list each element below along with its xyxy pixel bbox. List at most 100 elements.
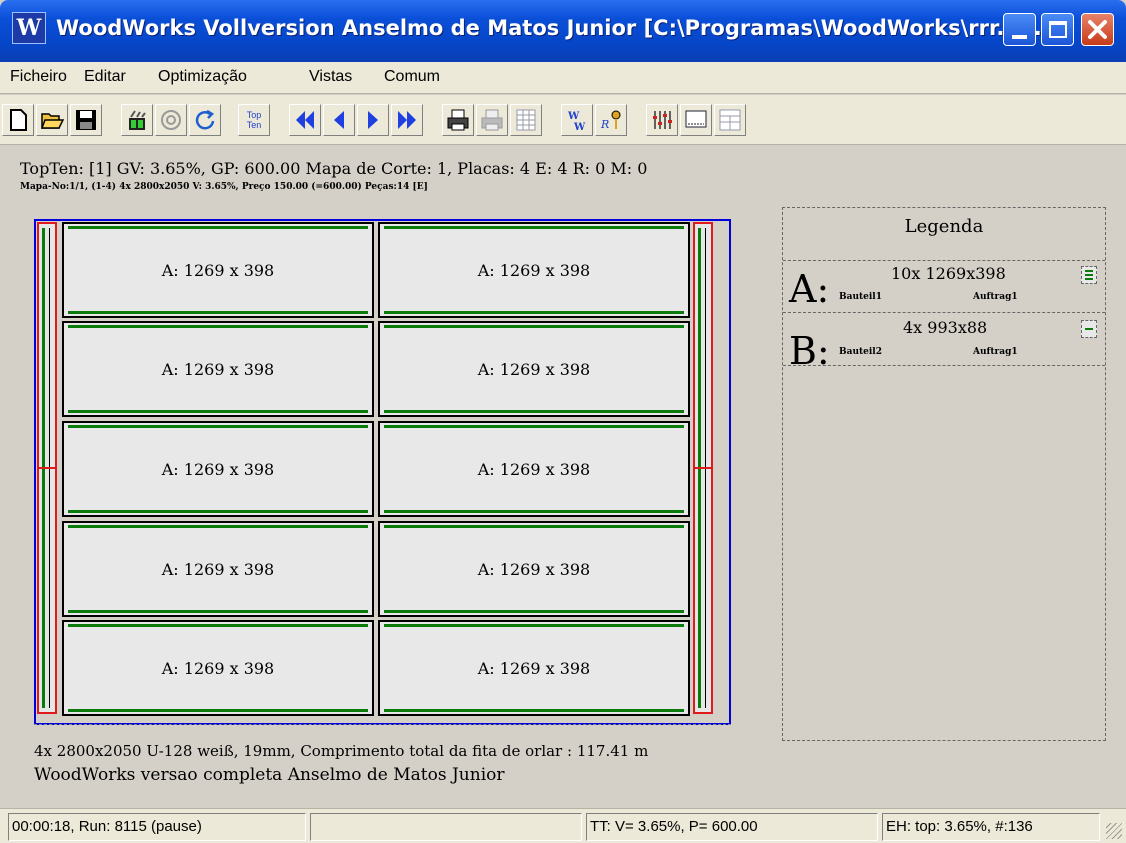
minimize-icon <box>1012 35 1027 39</box>
legend-part-name: Bauteil2 <box>839 347 882 357</box>
edge-banding <box>68 510 368 513</box>
topten-summary: TopTen: [1] GV: 3.65%, GP: 600.00 Mapa d… <box>20 159 648 178</box>
menu-bar: Ficheiro Editar Optimização Vistas Comum <box>0 62 1126 94</box>
grid-icon <box>516 109 536 131</box>
maximize-icon <box>1049 21 1067 38</box>
refresh-button[interactable] <box>189 104 221 136</box>
strip-cut-mark <box>37 467 57 469</box>
edge-banding <box>384 325 684 328</box>
grid-button[interactable] <box>510 104 542 136</box>
edge-banding <box>68 226 368 229</box>
next-button[interactable] <box>357 104 389 136</box>
legend-title: Legenda <box>904 216 984 237</box>
ww-icon: WW <box>567 111 586 132</box>
divider <box>783 365 1105 366</box>
settings-button[interactable] <box>646 104 678 136</box>
new-button[interactable] <box>2 104 34 136</box>
optimize-icon <box>129 110 146 130</box>
settings-icon <box>653 111 672 129</box>
part-a[interactable]: A: 1269 x 398 <box>62 521 374 617</box>
edge-banding <box>384 226 684 229</box>
minimize-button[interactable] <box>1003 13 1036 46</box>
edge-banding <box>68 425 368 428</box>
edge-banding <box>68 709 368 712</box>
legend-letter: A: <box>789 267 830 311</box>
edge-banding <box>68 525 368 528</box>
part-label: A: 1269 x 398 <box>161 460 275 479</box>
legend-order-name: Auftrag1 <box>973 347 1018 357</box>
part-a[interactable]: A: 1269 x 398 <box>378 421 690 517</box>
topten-button[interactable]: Top Ten <box>238 104 270 136</box>
legend-part-name: Bauteil1 <box>839 292 882 302</box>
legend-order-name: Auftrag1 <box>973 292 1018 302</box>
key-button[interactable]: R <box>595 104 627 136</box>
part-a[interactable]: A: 1269 x 398 <box>62 421 374 517</box>
part-a[interactable]: A: 1269 x 398 <box>62 321 374 417</box>
edge-banding <box>384 410 684 413</box>
topten-label-top: Top <box>247 110 262 120</box>
board-trim-line <box>34 717 731 725</box>
ww-button[interactable]: WW <box>561 104 593 136</box>
part-a[interactable]: A: 1269 x 398 <box>378 321 690 417</box>
edge-banding <box>384 425 684 428</box>
save-button[interactable] <box>70 104 102 136</box>
part-a[interactable]: A: 1269 x 398 <box>378 222 690 318</box>
part-a[interactable]: A: 1269 x 398 <box>62 620 374 716</box>
open-button[interactable] <box>36 104 68 136</box>
print-preview-button[interactable] <box>476 104 508 136</box>
legend-panel: Legenda A: 10x 1269x398 Bauteil1 Auftrag… <box>782 207 1106 741</box>
prev-button[interactable] <box>323 104 355 136</box>
part-a-thumbnail-icon <box>1081 266 1097 284</box>
status-run: 00:00:18, Run: 8115 (pause) <box>8 813 306 841</box>
edge-banding <box>68 325 368 328</box>
menu-ficheiro[interactable]: Ficheiro <box>10 68 67 86</box>
part-label: A: 1269 x 398 <box>161 659 275 678</box>
next-icon <box>368 111 378 129</box>
maximize-button[interactable] <box>1041 13 1074 46</box>
optimize-button[interactable] <box>121 104 153 136</box>
woodworks-app-icon[interactable]: W <box>12 12 46 44</box>
close-icon <box>1088 20 1107 39</box>
close-button[interactable] <box>1081 13 1114 46</box>
refresh-icon <box>195 109 215 130</box>
toolbar: Top Ten WW R <box>0 95 1126 145</box>
new-icon <box>10 109 27 131</box>
last-icon <box>398 111 416 129</box>
print-icon <box>447 109 469 131</box>
part-label: A: 1269 x 398 <box>477 460 591 479</box>
part-a[interactable]: A: 1269 x 398 <box>378 521 690 617</box>
view-button[interactable] <box>680 104 712 136</box>
board-material-info: 4x 2800x2050 U-128 weiß, 19mm, Comprimen… <box>34 742 649 760</box>
part-label: A: 1269 x 398 <box>161 360 275 379</box>
save-icon <box>76 110 96 130</box>
divider <box>783 260 1105 261</box>
print-button[interactable] <box>442 104 474 136</box>
edge-banding <box>384 510 684 513</box>
edge-banding <box>68 610 368 613</box>
status-eh: EH: top: 3.65%, #:136 <box>882 813 1100 841</box>
status-empty <box>310 813 582 841</box>
menu-vistas[interactable]: Vistas <box>309 68 352 86</box>
legend-quantity: 4x 993x88 <box>903 318 988 337</box>
stop-button[interactable] <box>155 104 187 136</box>
legend-quantity: 10x 1269x398 <box>891 264 1006 283</box>
edge-banding <box>68 624 368 627</box>
part-label: A: 1269 x 398 <box>477 261 591 280</box>
svg-text:W: W <box>573 122 586 132</box>
edge-banding <box>384 525 684 528</box>
layout-icon <box>719 109 741 131</box>
status-bar: 00:00:18, Run: 8115 (pause) TT: V= 3.65%… <box>0 808 1126 843</box>
menu-editar[interactable]: Editar <box>84 68 126 86</box>
last-button[interactable] <box>391 104 423 136</box>
part-a[interactable]: A: 1269 x 398 <box>378 620 690 716</box>
edge-banding <box>384 624 684 627</box>
version-info: WoodWorks versao completa Anselmo de Mat… <box>34 765 505 785</box>
part-label: A: 1269 x 398 <box>161 261 275 280</box>
layout-button[interactable] <box>714 104 746 136</box>
part-label: A: 1269 x 398 <box>477 360 591 379</box>
resize-grip-icon[interactable] <box>1106 823 1122 839</box>
menu-optimizacao[interactable]: Optimização <box>158 68 247 86</box>
part-a[interactable]: A: 1269 x 398 <box>62 222 374 318</box>
menu-comum[interactable]: Comum <box>384 68 440 86</box>
first-button[interactable] <box>289 104 321 136</box>
